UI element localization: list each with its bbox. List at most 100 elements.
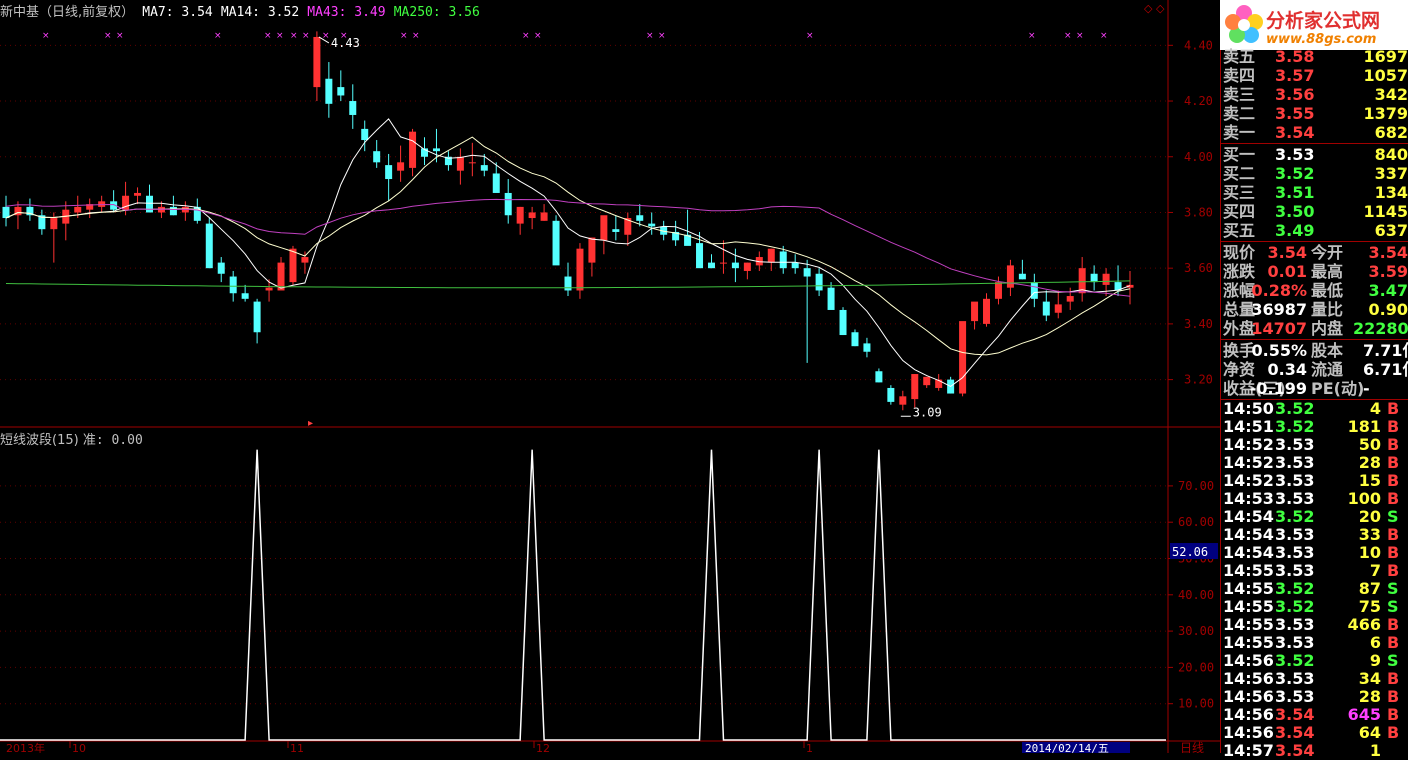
candle-body [432,148,440,152]
candle-body [959,321,967,394]
candle-body [696,243,704,269]
price-tick-label: 4.40 [1184,38,1213,52]
kline-chart-svg[interactable]: 4.404.204.003.803.603.403.2070.0060.0050… [0,0,1220,753]
candle-body [241,293,249,299]
tick-time: 14:50 [1223,399,1274,418]
tick-side: S [1387,597,1399,616]
buy-level-label: 买一 [1223,145,1256,164]
tick-price: 3.53 [1275,489,1315,508]
sell-level-label: 卖四 [1223,66,1256,85]
buy-price: 3.51 [1275,183,1315,202]
candle-body [301,257,309,263]
tick-side: B [1387,489,1400,508]
candle-body [743,262,751,271]
signal-marker: × [1064,31,1072,41]
tick-volume: 15 [1358,471,1381,490]
indicator-line [0,449,1166,741]
tick-price: 3.54 [1275,741,1315,760]
tick-price: 3.53 [1275,453,1315,472]
candle-body [911,374,919,400]
time-axis-label: 2013年 [6,741,45,753]
candle-body [1006,265,1014,288]
tick-time: 14:52 [1223,453,1274,472]
sell-level-label: 卖五 [1223,47,1256,66]
candle-body [205,223,213,269]
buy-volume: 1145 [1363,202,1408,221]
tick-side: S [1387,651,1399,670]
sell-price: 3.57 [1275,66,1315,85]
indicator-value: 准: 0.00 [82,433,143,448]
stat-label: 内盘 [1311,319,1344,338]
candle-body [875,371,883,383]
signal-marker: × [290,31,298,41]
signal-marker: × [116,31,124,41]
ma43-label: MA43: 3.49 [307,5,386,20]
price-tick-label: 3.40 [1184,317,1213,331]
signal-marker: × [400,31,408,41]
stat-value: 0.28% [1251,281,1307,300]
indicator-tick-label: 70.00 [1178,479,1214,493]
candle-body [265,287,273,291]
logo-text: 分析家公式网 [1266,10,1381,32]
candle-body [134,192,142,196]
candle-body [803,268,811,277]
sell-level-label: 卖三 [1223,85,1256,104]
stat-value: 14707 [1251,319,1307,338]
tick-side: B [1387,633,1400,652]
fund-value: 6.71亿 [1363,360,1408,379]
tick-price: 3.53 [1275,525,1315,544]
candle-body [1054,304,1062,313]
tick-volume: 64 [1358,723,1381,742]
low-price-label: 3.09 [913,405,942,419]
fund-label: 流通 [1311,360,1344,379]
candle-body [648,223,656,227]
tick-price: 3.53 [1275,543,1315,562]
fund-value: 7.71亿 [1363,341,1408,360]
candle-body [1102,273,1110,285]
sell-price: 3.55 [1275,104,1315,123]
stat-value: 22280 [1353,319,1408,338]
candle-body [516,206,524,224]
candle-body [313,36,321,88]
ma7-label: MA7: 3.54 [142,5,213,20]
restore-icon[interactable]: ◇ [1156,2,1164,15]
tick-side: S [1387,579,1399,598]
tick-side: B [1387,543,1400,562]
signal-marker: × [522,31,530,41]
candle-body [576,248,584,291]
tick-price: 3.53 [1275,633,1315,652]
stat-label: 量比 [1311,300,1344,319]
tick-price: 3.53 [1275,669,1315,688]
candle-body [863,343,871,352]
signal-marker: × [646,31,654,41]
candle-body [1066,296,1074,302]
signal-marker: × [42,31,50,41]
tick-side: B [1387,705,1400,724]
buy-price: 3.49 [1275,221,1315,240]
diamond-icon[interactable]: ◇ [1144,2,1152,15]
tick-price: 3.52 [1275,399,1315,418]
tick-side: B [1387,525,1400,544]
tick-time: 14:55 [1223,633,1274,652]
tick-price: 3.53 [1275,687,1315,706]
fund-value: 0.34 [1267,360,1307,379]
current-date-label: 2014/02/14/五 [1025,742,1109,753]
candle-body [337,87,345,96]
stat-value: 3.59 [1368,262,1408,281]
kline-chart-area[interactable]: 4.404.204.003.803.603.403.2070.0060.0050… [0,0,1220,753]
candle-body [385,165,393,180]
tick-time: 14:52 [1223,471,1274,490]
indicator-tick-label: 10.00 [1178,697,1214,711]
signal-marker: × [276,31,284,41]
price-tick-label: 4.20 [1184,94,1213,108]
stat-label: 今开 [1311,243,1344,262]
signal-marker: × [104,31,112,41]
candle-body [540,212,548,221]
fund-value: - [1363,379,1370,398]
candle-body [528,212,536,219]
candle-body [887,387,895,402]
ma14-label: MA14: 3.52 [220,5,300,20]
buy-level-label: 买四 [1223,202,1256,221]
indicator-tick-label: 40.00 [1178,588,1214,602]
fund-value: -0.199 [1249,379,1307,398]
